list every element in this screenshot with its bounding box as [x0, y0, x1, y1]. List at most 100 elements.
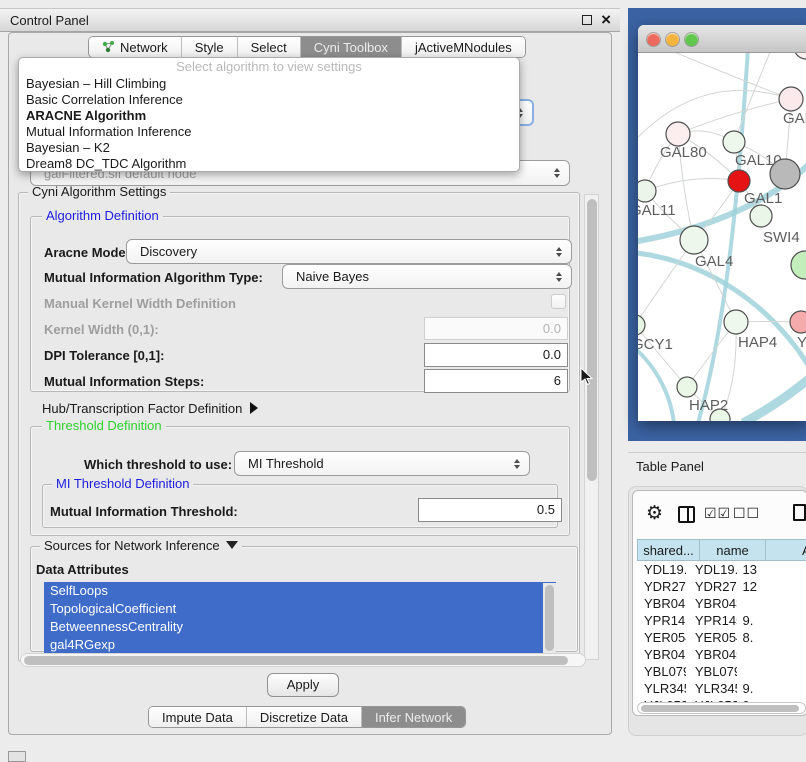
table-row[interactable]: YDR27...YDR27...12 — [637, 578, 806, 595]
network-node-y[interactable] — [790, 311, 806, 333]
which-threshold-combo[interactable]: MI Threshold — [234, 451, 530, 476]
mi-type-combo[interactable]: Naive Bayes — [282, 264, 572, 289]
deselect-all-icon[interactable]: ☐☐ — [733, 506, 760, 522]
kernel-width-field[interactable]: 0.0 — [424, 317, 568, 340]
list-item[interactable]: BetweennessCentrality — [44, 618, 556, 636]
network-edge[interactable] — [743, 378, 806, 421]
network-node[interactable] — [794, 53, 806, 59]
list-scrollbar-track[interactable] — [543, 583, 556, 653]
mi-steps-label: Mutual Information Steps: — [44, 374, 204, 389]
algorithm-option[interactable]: Basic Correlation Inference — [19, 92, 519, 108]
network-edge[interactable] — [658, 53, 791, 99]
table-header-row: shared... name A — [637, 539, 806, 561]
apply-button[interactable]: Apply — [267, 673, 339, 697]
network-edge[interactable] — [734, 53, 773, 142]
mi-threshold-field[interactable]: 0.5 — [418, 498, 562, 522]
algorithm-option[interactable]: Mutual Information Inference — [19, 124, 519, 140]
column-header-clipped[interactable]: A — [766, 539, 806, 561]
network-canvas[interactable]: GALGAL80GAL10GAL1GAL11SWI4GAL4GCY1HAP4YH… — [638, 53, 806, 421]
algorithm-option[interactable]: Bayesian – K2 — [19, 140, 519, 156]
tab-jactivemnodules[interactable]: jActiveMNodules — [402, 37, 525, 57]
table-hscrollbar-thumb[interactable] — [641, 705, 799, 712]
sources-toggle[interactable]: Sources for Network Inference — [40, 539, 242, 553]
column-header-shared-name[interactable]: shared... — [637, 539, 700, 561]
node-label: GAL — [783, 110, 806, 127]
network-edge[interactable] — [645, 179, 739, 191]
table-row[interactable]: YBR045CYBR045C — [637, 646, 806, 663]
network-node-gal1[interactable] — [728, 170, 750, 192]
network-node[interactable] — [791, 251, 806, 279]
select-all-icon[interactable]: ☑☑ — [704, 506, 731, 522]
table-row[interactable]: YBL079WYBL079W — [637, 663, 806, 680]
hub-section-toggle[interactable]: Hub/Transcription Factor Definition — [42, 401, 258, 416]
manual-kernel-checkbox[interactable] — [551, 294, 566, 309]
column-view-icon[interactable] — [678, 506, 695, 523]
network-node-gal80[interactable] — [666, 122, 690, 146]
network-graph[interactable]: GALGAL80GAL10GAL1GAL11SWI4GAL4GCY1HAP4YH… — [638, 53, 806, 421]
column-header-name[interactable]: name — [700, 539, 766, 561]
table-row[interactable]: YBR043CYBR043C — [637, 595, 806, 612]
tab-impute-data[interactable]: Impute Data — [149, 707, 247, 727]
table-panel-title: Table Panel — [636, 452, 704, 482]
network-node-hap2[interactable] — [677, 377, 697, 397]
close-icon[interactable]: × — [601, 9, 611, 31]
node-label: GAL80 — [660, 144, 707, 161]
network-node[interactable] — [770, 159, 800, 189]
algorithm-dropdown-prompt: Select algorithm to view settings — [19, 58, 519, 76]
network-edge[interactable] — [638, 90, 791, 148]
algorithm-option[interactable]: Bayesian – Hill Climbing — [19, 76, 519, 92]
control-panel-titlebar[interactable]: Control Panel × — [0, 8, 620, 32]
tab-discretize-data[interactable]: Discretize Data — [247, 707, 362, 727]
table-row[interactable]: YPR145WYPR145W9. — [637, 612, 806, 629]
network-icon — [102, 41, 115, 53]
node-label: SWI4 — [763, 229, 800, 246]
aracne-mode-combo[interactable]: Discovery — [126, 239, 572, 264]
network-node-gal[interactable] — [779, 87, 803, 111]
list-item[interactable]: TopologicalCoefficient — [44, 600, 556, 618]
tab-network[interactable]: Network — [89, 37, 182, 57]
tab-cyni-toolbox[interactable]: Cyni Toolbox — [301, 37, 402, 57]
table-body[interactable]: YDL19...YDL19...13 YDR27...YDR27...12 YB… — [637, 561, 806, 703]
network-edge[interactable] — [638, 341, 674, 421]
table-hscrollbar-track[interactable] — [637, 702, 806, 714]
close-traffic-light-icon[interactable] — [647, 33, 660, 46]
settings-hscrollbar-track[interactable] — [20, 653, 586, 667]
float-icon[interactable] — [582, 15, 592, 25]
network-node-swi4[interactable] — [750, 205, 772, 227]
network-node-gcy1[interactable] — [638, 315, 645, 335]
data-attributes-list[interactable]: SelfLoops TopologicalCoefficient Between… — [44, 582, 556, 654]
network-window: GALGAL80GAL10GAL1GAL11SWI4GAL4GCY1HAP4YH… — [638, 25, 806, 421]
panel-float-icon[interactable] — [8, 751, 26, 762]
network-node-hap4[interactable] — [724, 310, 748, 334]
tab-style[interactable]: Style — [182, 37, 238, 57]
list-item[interactable]: SelfLoops — [44, 582, 556, 600]
import-table-icon[interactable] — [793, 504, 806, 521]
network-window-titlebar[interactable] — [638, 25, 806, 53]
node-label: GAL4 — [695, 253, 733, 270]
algorithm-option[interactable]: Dream8 DC_TDC Algorithm — [19, 156, 519, 172]
tab-infer-network[interactable]: Infer Network — [362, 707, 465, 727]
table-row[interactable]: YLR345WYLR345W9. — [637, 680, 806, 697]
list-scrollbar-thumb[interactable] — [545, 585, 554, 651]
algorithm-option-selected[interactable]: ARACNE Algorithm — [19, 108, 519, 124]
dpi-tolerance-field[interactable]: 0.0 — [424, 343, 568, 367]
settings-scrollbar-track[interactable] — [584, 194, 599, 660]
combo-arrows-icon — [554, 168, 560, 178]
mi-steps-field[interactable]: 6 — [424, 369, 568, 393]
aracne-mode-label: Aracne Mode: — [44, 245, 130, 260]
zoom-traffic-light-icon[interactable] — [685, 33, 698, 46]
list-item[interactable]: gal4RGexp — [44, 636, 556, 654]
network-edge[interactable] — [678, 99, 791, 134]
network-node-gal4[interactable] — [680, 226, 708, 254]
settings-hscrollbar-thumb[interactable] — [24, 656, 568, 665]
tab-select[interactable]: Select — [238, 37, 301, 57]
settings-scrollbar-thumb[interactable] — [587, 199, 597, 481]
network-node-gal10[interactable] — [723, 131, 745, 153]
cyni-settings-title: Cyni Algorithm Settings — [28, 185, 170, 199]
minimize-traffic-light-icon[interactable] — [666, 33, 679, 46]
combo-arrows-icon — [556, 272, 562, 282]
gear-icon[interactable]: ⚙ — [646, 502, 663, 524]
table-row[interactable]: YDL19...YDL19...13 — [637, 561, 806, 578]
network-node-gal11[interactable] — [638, 180, 656, 202]
table-row[interactable]: YER054CYER054C8. — [637, 629, 806, 646]
